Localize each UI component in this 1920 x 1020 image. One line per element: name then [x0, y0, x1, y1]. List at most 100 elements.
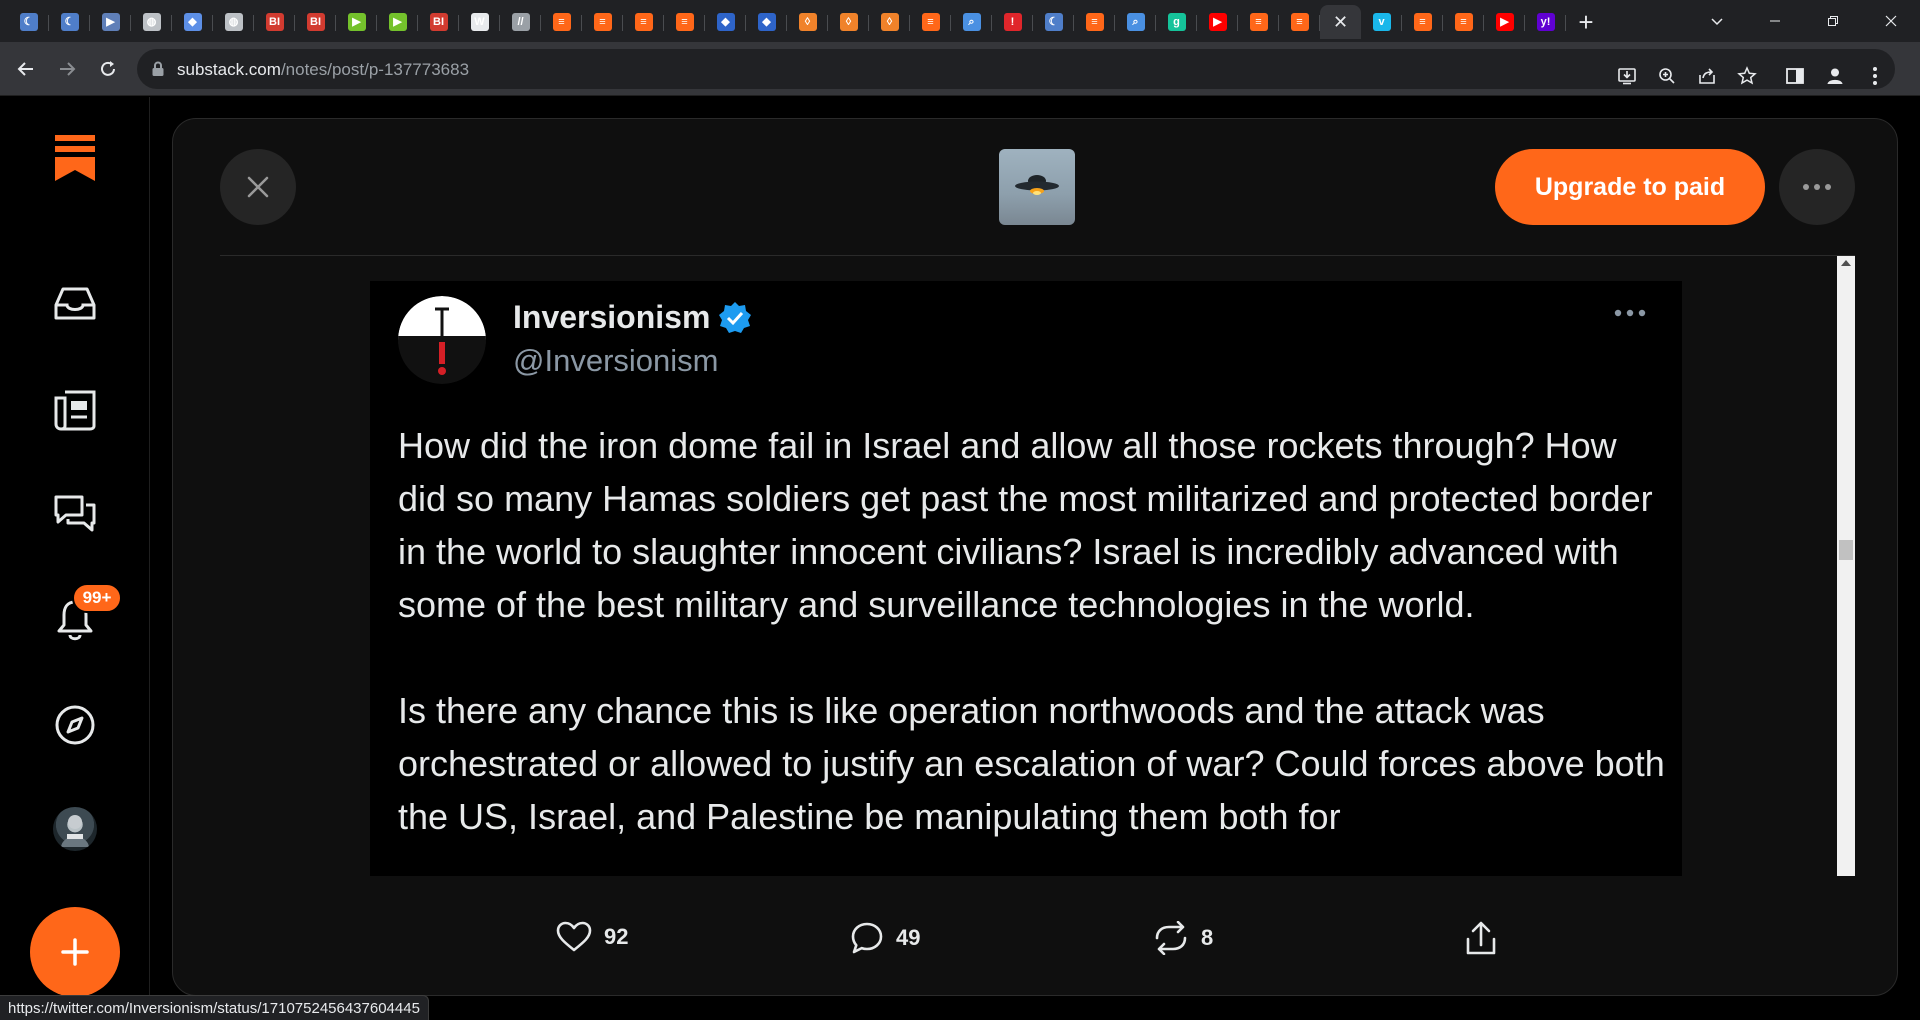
youtube-icon: ▶	[1495, 13, 1514, 31]
zoom-icon	[1659, 68, 1675, 84]
link-status-bar: https://twitter.com/Inversionism/status/…	[0, 995, 429, 1020]
browser-tab[interactable]: ≡	[1074, 5, 1115, 39]
browser-tab[interactable]: ⌕	[951, 5, 992, 39]
close-modal-button[interactable]	[220, 149, 296, 225]
browser-tab[interactable]: BI	[295, 5, 336, 39]
substack-icon: ≡	[1454, 13, 1473, 31]
browser-tab[interactable]: ☾	[49, 5, 90, 39]
user-avatar[interactable]	[53, 807, 97, 851]
chevron-down-icon	[1711, 18, 1723, 26]
browser-tab[interactable]: ◊	[828, 5, 869, 39]
browser-tab[interactable]: ▶	[90, 5, 131, 39]
browser-tab[interactable]: ◍	[213, 5, 254, 39]
browser-tab[interactable]: !	[992, 5, 1033, 39]
browser-tab[interactable]: v	[1361, 5, 1402, 39]
compass-icon	[55, 705, 95, 745]
browser-tab[interactable]: ⌕	[1115, 5, 1156, 39]
slash-logo-icon: //	[511, 13, 530, 31]
scrollbar-thumb[interactable]	[1839, 540, 1853, 560]
browser-tab[interactable]: ≡	[1402, 5, 1443, 39]
browser-tab[interactable]: ▶	[377, 5, 418, 39]
new-tab-button[interactable]: +	[1566, 5, 1606, 39]
install-icon	[1618, 68, 1636, 85]
install-app-button[interactable]	[1607, 56, 1647, 96]
blue-cube-icon: ◆	[757, 13, 776, 31]
close-icon	[247, 176, 269, 198]
substack-icon: ≡	[675, 13, 694, 31]
browser-tab[interactable]: BI	[418, 5, 459, 39]
browser-tab[interactable]: ≡	[1443, 5, 1484, 39]
substack-icon: ≡	[552, 13, 571, 31]
restore-button[interactable]	[1804, 0, 1862, 42]
tweet-author-name-row: Inversionism	[513, 299, 752, 336]
restack-button[interactable]: 8	[1153, 921, 1213, 955]
upgrade-to-paid-button[interactable]: Upgrade to paid	[1495, 149, 1765, 225]
sidebar-item-chat[interactable]	[50, 489, 100, 539]
sidebar-item-explore[interactable]	[50, 700, 100, 750]
browser-tab[interactable]: BI	[254, 5, 295, 39]
close-tab-icon[interactable]: ✕	[1333, 12, 1348, 33]
omnibox-actions	[1607, 49, 1895, 103]
profile-button[interactable]	[1815, 56, 1855, 96]
side-panel-button[interactable]	[1775, 56, 1815, 96]
teal-crescent-icon: ☾	[60, 13, 79, 31]
zoom-button[interactable]	[1647, 56, 1687, 96]
sidebar-item-inbox[interactable]	[50, 279, 100, 329]
lock-icon	[152, 61, 164, 76]
new-note-button[interactable]	[30, 907, 120, 997]
browser-tab[interactable]: //	[500, 5, 541, 39]
orange-shield-icon: ◊	[798, 13, 817, 31]
content-scrollbar[interactable]	[1837, 256, 1855, 876]
browser-tab[interactable]: ≡	[664, 5, 705, 39]
browser-tab[interactable]: y!	[1525, 5, 1566, 39]
publication-logo[interactable]	[999, 149, 1075, 225]
browser-tab[interactable]: g	[1156, 5, 1197, 39]
browser-tab[interactable]: ◆	[705, 5, 746, 39]
tab-list: ☾ ☾ ▶ ◍ ◆ ◍ BI BI ▶ ▶ BI W // ≡ ≡ ≡ ≡ ◆ ◆ ◊ ◊ ◊ ≡ ⌕! ☾ ≡ ⌕ g ▶ ≡ ≡ ✕ v ≡ ≡…	[8, 4, 1606, 40]
forward-button[interactable]	[51, 53, 83, 85]
browser-tab[interactable]: ≡	[1279, 5, 1320, 39]
browser-tab[interactable]: ◆	[172, 5, 213, 39]
bookmark-button[interactable]	[1727, 56, 1767, 96]
vimeo-icon: v	[1372, 13, 1391, 31]
like-button[interactable]: 92	[556, 921, 628, 953]
browser-tab[interactable]: W	[459, 5, 500, 39]
address-bar[interactable]: substack.com/notes/post/p-137773683	[137, 49, 1895, 89]
browser-tab[interactable]: ▶	[1197, 5, 1238, 39]
browser-tab[interactable]: ≡	[1238, 5, 1279, 39]
active-browser-tab[interactable]: ✕	[1320, 5, 1361, 39]
arrow-left-icon	[17, 62, 33, 76]
business-insider-icon: BI	[265, 13, 284, 31]
browser-tab[interactable]: ▶	[336, 5, 377, 39]
more-options-button[interactable]	[1779, 149, 1855, 225]
close-window-button[interactable]	[1862, 0, 1920, 42]
browser-tab[interactable]: ◍	[131, 5, 172, 39]
share-button[interactable]	[1687, 56, 1727, 96]
share-note-button[interactable]	[1465, 921, 1497, 957]
browser-tab[interactable]: ◆	[746, 5, 787, 39]
like-count: 92	[604, 924, 629, 949]
share-icon	[1699, 68, 1715, 84]
browser-tab[interactable]: ≡	[582, 5, 623, 39]
sidebar-item-reader[interactable]	[50, 385, 100, 435]
graduation-cap-icon: ◆	[183, 13, 202, 31]
substack-home-logo[interactable]	[50, 133, 100, 183]
minimize-button[interactable]	[1746, 0, 1804, 42]
browser-menu-button[interactable]	[1855, 56, 1895, 96]
embedded-tweet-image[interactable]: Inversionism @Inversionism How did the i…	[370, 281, 1682, 876]
newspaper-icon	[54, 390, 96, 431]
browser-tab[interactable]: ▶	[1484, 5, 1525, 39]
browser-tab[interactable]: ☾	[1033, 5, 1074, 39]
substack-app: 99+ Upgrade to paid Inversionism @Invers…	[0, 97, 1920, 1020]
reload-button[interactable]	[92, 53, 124, 85]
browser-tab[interactable]: ≡	[541, 5, 582, 39]
tab-search-button[interactable]	[1688, 0, 1746, 42]
browser-tab[interactable]: ☾	[8, 5, 49, 39]
browser-tab[interactable]: ≡	[910, 5, 951, 39]
comment-button[interactable]: 49	[850, 921, 920, 955]
browser-tab[interactable]: ◊	[787, 5, 828, 39]
browser-tab[interactable]: ≡	[623, 5, 664, 39]
browser-tab[interactable]: ◊	[869, 5, 910, 39]
scroll-up-arrow-icon[interactable]	[1841, 260, 1851, 266]
back-button[interactable]	[10, 53, 42, 85]
